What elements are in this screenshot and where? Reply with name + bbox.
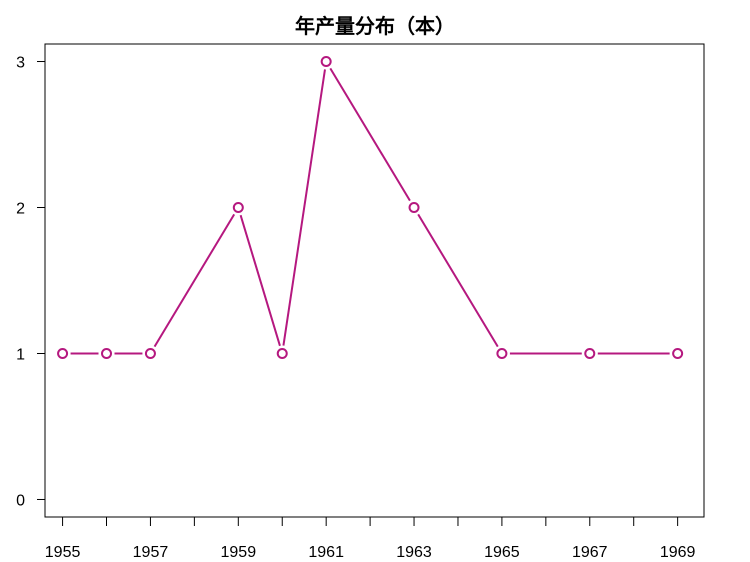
data-point-1960 <box>276 347 288 359</box>
series-segment-1961-1963 <box>329 67 411 202</box>
x-tick-label-1969: 1969 <box>660 544 696 561</box>
x-tick-label-1957: 1957 <box>133 544 169 561</box>
plot-frame <box>44 43 705 518</box>
line-chart: 0 1 2 3 1955 1957 1959 1961 1963 1965 1967 1969 <box>16 43 705 561</box>
data-point-1965 <box>496 347 508 359</box>
y-tick-label-2: 2 <box>16 201 25 218</box>
data-point-1955 <box>57 347 69 359</box>
x-tick-label-1959: 1959 <box>221 544 257 561</box>
data-point-1959 <box>232 202 244 214</box>
series-segment-1957-1959 <box>153 213 236 348</box>
y-tick-label-3: 3 <box>16 55 25 72</box>
x-tick-label-1961: 1961 <box>308 544 344 561</box>
y-tick-label-1: 1 <box>16 346 25 363</box>
x-tick-label-1963: 1963 <box>396 544 432 561</box>
data-point-1961 <box>320 56 332 68</box>
data-point-1963 <box>408 202 420 214</box>
data-point-1969 <box>672 347 684 359</box>
chart-root: 年产量分布（本） 0 1 2 3 1955 1957 1959 1961 1963 1965 196… <box>0 0 750 562</box>
series-segment-1960-1961 <box>282 69 326 346</box>
x-tick-label-1967: 1967 <box>572 544 608 561</box>
y-tick-label-0: 0 <box>16 492 25 509</box>
series-segment-1959-1960 <box>239 214 281 347</box>
x-tick-label-1955: 1955 <box>45 544 81 561</box>
data-point-1956 <box>101 347 113 359</box>
x-tick-label-1965: 1965 <box>484 544 520 561</box>
series-segment-1963-1965 <box>417 213 499 348</box>
data-point-1957 <box>144 347 156 359</box>
data-point-1967 <box>584 347 596 359</box>
